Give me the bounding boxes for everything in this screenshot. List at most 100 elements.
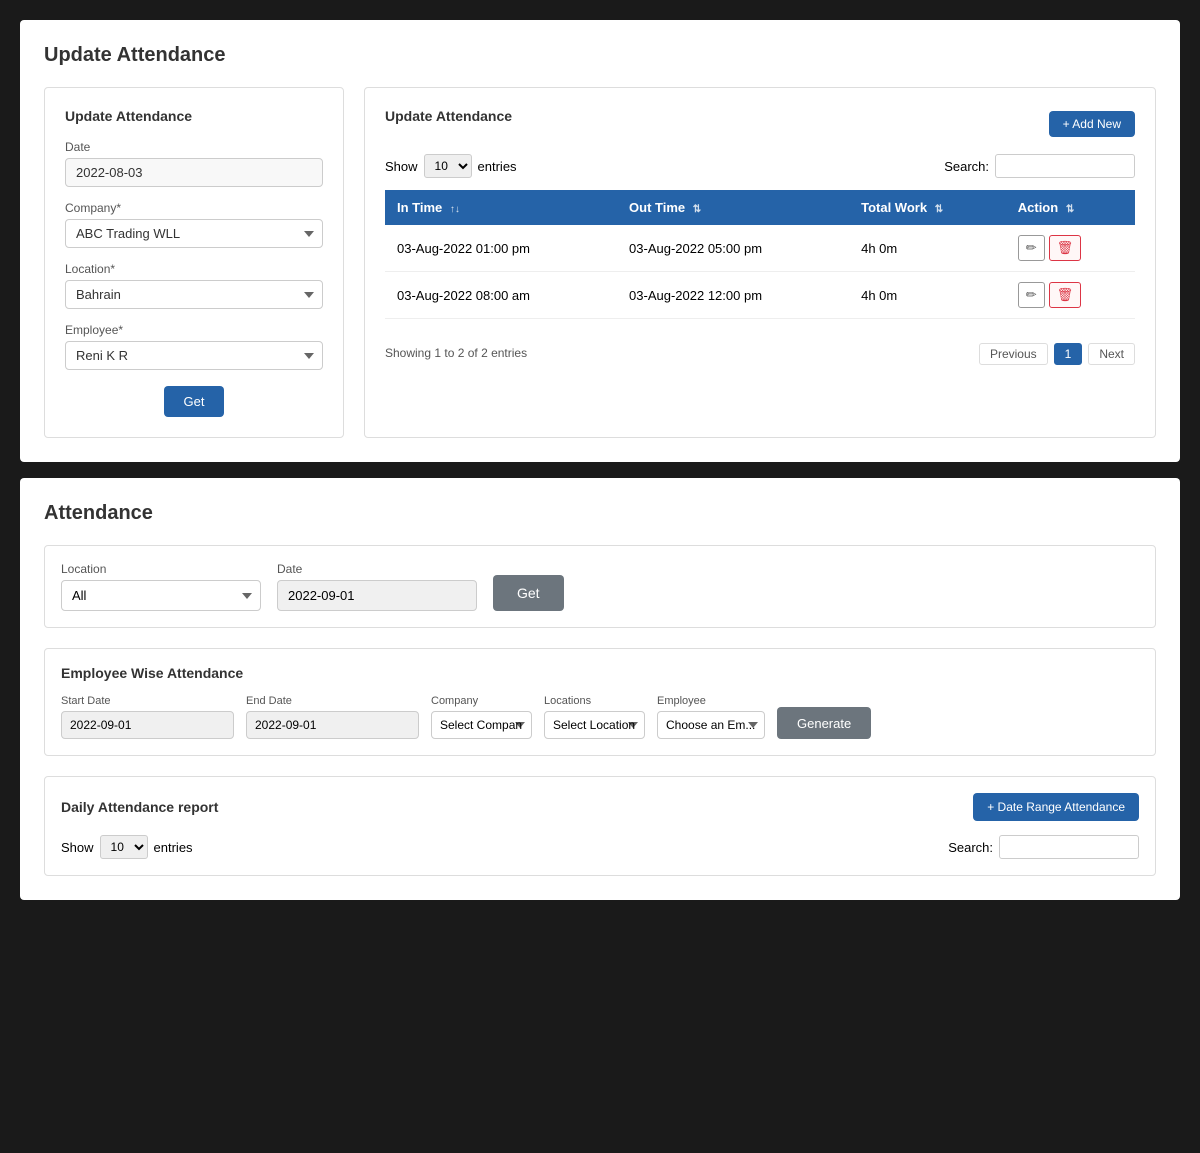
delete-button-1[interactable]: 🗑 — [1049, 235, 1082, 261]
table-row: 03-Aug-2022 01:00 pm 03-Aug-2022 05:00 p… — [385, 225, 1135, 272]
update-attendance-card: Update Attendance Update Attendance Date… — [20, 20, 1180, 462]
location-group: Location* Bahrain — [65, 262, 323, 309]
add-new-button[interactable]: + Add New — [1049, 111, 1135, 137]
daily-entries-label: entries — [154, 840, 193, 855]
col-action[interactable]: Action ⇅ — [1006, 190, 1135, 225]
page-1-button[interactable]: 1 — [1054, 343, 1083, 365]
right-panel-header: Update Attendance + Add New — [385, 108, 1135, 140]
end-date-field: End Date — [246, 695, 419, 739]
action-buttons-2: ✏ 🗑 — [1018, 282, 1123, 308]
locations-field: Locations Select Location — [544, 695, 645, 739]
left-panel-title: Update Attendance — [65, 108, 323, 124]
daily-filter-left: Show 10 entries — [61, 835, 193, 859]
company-label: Company* — [65, 201, 323, 215]
date-range-button[interactable]: + Date Range Attendance — [973, 793, 1139, 821]
total-work-sort-icon: ⇅ — [935, 204, 943, 215]
attendance-title: Attendance — [44, 502, 1156, 525]
pagination: Previous 1 Next — [979, 343, 1135, 365]
action-cell-2: ✏ 🗑 — [1006, 272, 1135, 319]
employee-label: Employee* — [65, 323, 323, 337]
generate-button[interactable]: Generate — [777, 707, 871, 739]
show-entries-left: Show 10 entries — [385, 154, 517, 178]
end-date-label: End Date — [246, 695, 419, 707]
date-label: Date — [65, 140, 323, 154]
location-label: Location* — [65, 262, 323, 276]
att-location-group: Location All — [61, 562, 261, 611]
employee-wise-row: Start Date End Date Company Select Compa… — [61, 695, 1139, 739]
daily-entries-select[interactable]: 10 — [100, 835, 148, 859]
location-select[interactable]: Bahrain — [65, 280, 323, 309]
action-sort-icon: ⇅ — [1066, 204, 1074, 215]
company-field: Company Select Compan — [431, 695, 532, 739]
emp-locations-select[interactable]: Select Location — [544, 711, 645, 739]
col-total-work[interactable]: Total Work ⇅ — [849, 190, 1006, 225]
in-time-cell-2: 03-Aug-2022 08:00 am — [385, 272, 617, 319]
start-date-label: Start Date — [61, 695, 234, 707]
att-location-label: Location — [61, 562, 261, 576]
search-label: Search: — [944, 159, 989, 174]
entries-select[interactable]: 10 — [424, 154, 472, 178]
table-header: In Time ↑↓ Out Time ⇅ Total Work ⇅ Act — [385, 190, 1135, 225]
daily-header: Daily Attendance report + Date Range Att… — [61, 793, 1139, 821]
table-search-input[interactable] — [995, 154, 1135, 178]
edit-button-2[interactable]: ✏ — [1018, 282, 1045, 308]
left-get-button[interactable]: Get — [164, 386, 225, 417]
showing-info: Showing 1 to 2 of 2 entries — [385, 346, 527, 360]
get-btn-container: Get — [65, 386, 323, 417]
show-entries-row: Show 10 entries Search: — [385, 154, 1135, 178]
out-time-cell-1: 03-Aug-2022 05:00 pm — [617, 225, 849, 272]
att-date-label: Date — [277, 562, 477, 576]
daily-show-label: Show — [61, 840, 94, 855]
col-in-time[interactable]: In Time ↑↓ — [385, 190, 617, 225]
daily-filter-right: Search: — [948, 835, 1139, 859]
table-row: 03-Aug-2022 08:00 am 03-Aug-2022 12:00 p… — [385, 272, 1135, 319]
table-body: 03-Aug-2022 01:00 pm 03-Aug-2022 05:00 p… — [385, 225, 1135, 319]
employee-field: Employee Choose an Em... — [657, 695, 765, 739]
update-attendance-layout: Update Attendance Date Company* ABC Trad… — [44, 87, 1156, 438]
att-get-button[interactable]: Get — [493, 575, 564, 611]
employee-group: Employee* Reni K R — [65, 323, 323, 370]
attendance-filter-row: Location All Date Get — [44, 545, 1156, 628]
att-location-select[interactable]: All — [61, 580, 261, 611]
update-attendance-title: Update Attendance — [44, 44, 1156, 67]
start-date-input[interactable] — [61, 711, 234, 739]
emp-company-select[interactable]: Select Compan — [431, 711, 532, 739]
daily-search-input[interactable] — [999, 835, 1139, 859]
edit-button-1[interactable]: ✏ — [1018, 235, 1045, 261]
daily-title: Daily Attendance report — [61, 799, 218, 815]
right-panel-title: Update Attendance — [385, 108, 512, 124]
action-buttons-1: ✏ 🗑 — [1018, 235, 1123, 261]
delete-button-2[interactable]: 🗑 — [1049, 282, 1082, 308]
in-time-cell-1: 03-Aug-2022 01:00 pm — [385, 225, 617, 272]
start-date-field: Start Date — [61, 695, 234, 739]
action-cell-1: ✏ 🗑 — [1006, 225, 1135, 272]
entries-label: entries — [478, 159, 517, 174]
date-input[interactable] — [65, 158, 323, 187]
col-out-time[interactable]: Out Time ⇅ — [617, 190, 849, 225]
att-date-group: Date — [277, 562, 477, 611]
emp-employee-label: Employee — [657, 695, 765, 707]
table-footer: Showing 1 to 2 of 2 entries Previous 1 N… — [385, 329, 1135, 365]
att-date-input[interactable] — [277, 580, 477, 611]
emp-locations-label: Locations — [544, 695, 645, 707]
emp-employee-select[interactable]: Choose an Em... — [657, 711, 765, 739]
out-time-sort-icon: ⇅ — [693, 204, 701, 215]
in-time-sort-icon: ↑↓ — [450, 204, 460, 215]
show-entries-right: Search: — [944, 154, 1135, 178]
employee-wise-title: Employee Wise Attendance — [61, 665, 1139, 681]
daily-section: Daily Attendance report + Date Range Att… — [44, 776, 1156, 876]
company-select[interactable]: ABC Trading WLL — [65, 219, 323, 248]
daily-filter-row: Show 10 entries Search: — [61, 835, 1139, 859]
company-group: Company* ABC Trading WLL — [65, 201, 323, 248]
employee-select[interactable]: Reni K R — [65, 341, 323, 370]
end-date-input[interactable] — [246, 711, 419, 739]
next-button[interactable]: Next — [1088, 343, 1135, 365]
previous-button[interactable]: Previous — [979, 343, 1048, 365]
daily-search-label: Search: — [948, 840, 993, 855]
attendance-card: Attendance Location All Date Get Employe… — [20, 478, 1180, 900]
total-work-cell-2: 4h 0m — [849, 272, 1006, 319]
show-label: Show — [385, 159, 418, 174]
attendance-table: In Time ↑↓ Out Time ⇅ Total Work ⇅ Act — [385, 190, 1135, 319]
date-group: Date — [65, 140, 323, 187]
total-work-cell-1: 4h 0m — [849, 225, 1006, 272]
